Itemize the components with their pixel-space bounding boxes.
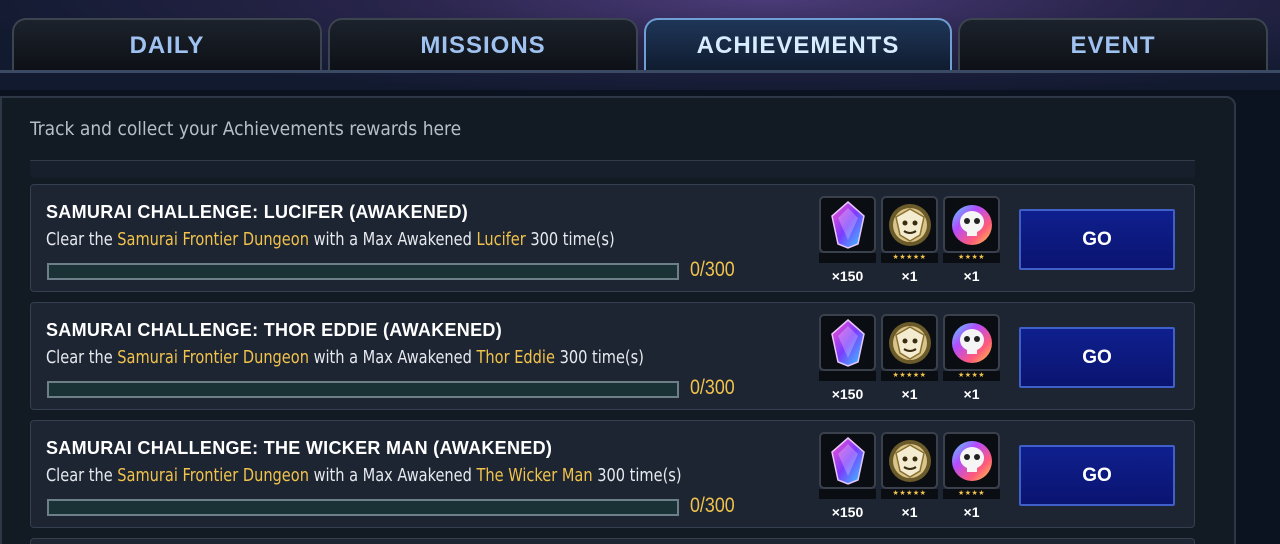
reward-stars: ★★★★ — [943, 253, 1000, 263]
reward-stars — [819, 371, 876, 381]
reward-item[interactable]: ★★★★★ ×1 — [881, 432, 938, 520]
reward-stars — [819, 489, 876, 499]
desc-text: 300 time(s) — [525, 229, 615, 250]
tab-daily[interactable]: DAILY — [12, 18, 322, 72]
progress-bar — [47, 263, 679, 280]
achievement-description: Clear the Samurai Frontier Dungeon with … — [46, 347, 644, 368]
tab-achievements[interactable]: ACHIEVEMENTS — [644, 18, 952, 72]
next-card-edge — [30, 538, 1195, 544]
reward-quantity: ×1 — [963, 268, 980, 284]
tab-underline — [0, 70, 1280, 73]
tab-missions[interactable]: MISSIONS — [328, 18, 638, 72]
reward-quantity: ×1 — [901, 504, 918, 520]
go-button[interactable]: GO — [1019, 209, 1175, 270]
reward-stars: ★★★★★ — [881, 489, 938, 499]
desc-text: with a Max Awakened — [308, 347, 477, 368]
hero-name: The Wicker Man — [476, 465, 593, 486]
reward-quantity: ×1 — [963, 386, 980, 402]
progress-bar — [47, 381, 679, 398]
reward-item[interactable]: ★★★★ ×1 — [943, 196, 1000, 284]
achievement-card: SAMURAI CHALLENGE: THE WICKER MAN (AWAKE… — [30, 420, 1195, 528]
gold-lion-token-icon — [881, 196, 938, 253]
reward-item[interactable]: ★★★★★ ×1 — [881, 314, 938, 402]
reward-stars: ★★★★ — [943, 489, 1000, 499]
achievement-title: SAMURAI CHALLENGE: THOR EDDIE (AWAKENED) — [46, 320, 502, 340]
desc-text: 300 time(s) — [592, 465, 682, 486]
crystal-gem-icon — [819, 314, 876, 371]
achievement-title: SAMURAI CHALLENGE: THE WICKER MAN (AWAKE… — [46, 438, 553, 458]
progress-count: 0/300 — [690, 258, 735, 281]
crystal-gem-icon — [819, 196, 876, 253]
desc-text: with a Max Awakened — [308, 465, 477, 486]
achievement-title: SAMURAI CHALLENGE: LUCIFER (AWAKENED) — [46, 202, 469, 222]
reward-item[interactable]: ×150 — [819, 196, 876, 284]
dungeon-name: Samurai Frontier Dungeon — [117, 465, 309, 486]
reward-quantity: ×1 — [963, 504, 980, 520]
reward-item[interactable]: ★★★★★ ×1 — [881, 196, 938, 284]
achievement-card: SAMURAI CHALLENGE: LUCIFER (AWAKENED) Cl… — [30, 184, 1195, 292]
dungeon-name: Samurai Frontier Dungeon — [117, 347, 309, 368]
desc-text: 300 time(s) — [554, 347, 644, 368]
gold-lion-token-icon — [881, 314, 938, 371]
desc-text: Clear the — [46, 347, 118, 368]
desc-text: Clear the — [46, 465, 118, 486]
reward-stars: ★★★★★ — [881, 253, 938, 263]
reward-stars: ★★★★ — [943, 371, 1000, 381]
rainbow-skull-token-icon — [943, 196, 1000, 253]
reward-quantity: ×1 — [901, 386, 918, 402]
reward-quantity: ×1 — [901, 268, 918, 284]
reward-stars — [819, 253, 876, 263]
reward-item[interactable]: ★★★★ ×1 — [943, 432, 1000, 520]
list-top-edge — [30, 160, 1195, 178]
achievement-card: SAMURAI CHALLENGE: THOR EDDIE (AWAKENED)… — [30, 302, 1195, 410]
gold-lion-token-icon — [881, 432, 938, 489]
reward-item[interactable]: ×150 — [819, 314, 876, 402]
achievement-description: Clear the Samurai Frontier Dungeon with … — [46, 229, 615, 250]
hero-name: Lucifer — [476, 229, 526, 250]
progress-count: 0/300 — [690, 494, 735, 517]
hero-name: Thor Eddie — [476, 347, 555, 368]
rainbow-skull-token-icon — [943, 314, 1000, 371]
reward-quantity: ×150 — [831, 268, 864, 284]
dungeon-name: Samurai Frontier Dungeon — [117, 229, 309, 250]
rainbow-skull-token-icon — [943, 432, 1000, 489]
go-button[interactable]: GO — [1019, 445, 1175, 506]
desc-text: with a Max Awakened — [308, 229, 477, 250]
tab-bar: DAILY MISSIONS ACHIEVEMENTS EVENT — [0, 18, 1280, 72]
panel-subtitle: Track and collect your Achievements rewa… — [30, 118, 462, 140]
progress-count: 0/300 — [690, 376, 735, 399]
reward-item[interactable]: ×150 — [819, 432, 876, 520]
desc-text: Clear the — [46, 229, 118, 250]
progress-bar — [47, 499, 679, 516]
tab-event[interactable]: EVENT — [958, 18, 1268, 72]
reward-item[interactable]: ★★★★ ×1 — [943, 314, 1000, 402]
go-button[interactable]: GO — [1019, 327, 1175, 388]
reward-quantity: ×150 — [831, 386, 864, 402]
reward-quantity: ×150 — [831, 504, 864, 520]
achievement-description: Clear the Samurai Frontier Dungeon with … — [46, 465, 682, 486]
reward-stars: ★★★★★ — [881, 371, 938, 381]
crystal-gem-icon — [819, 432, 876, 489]
